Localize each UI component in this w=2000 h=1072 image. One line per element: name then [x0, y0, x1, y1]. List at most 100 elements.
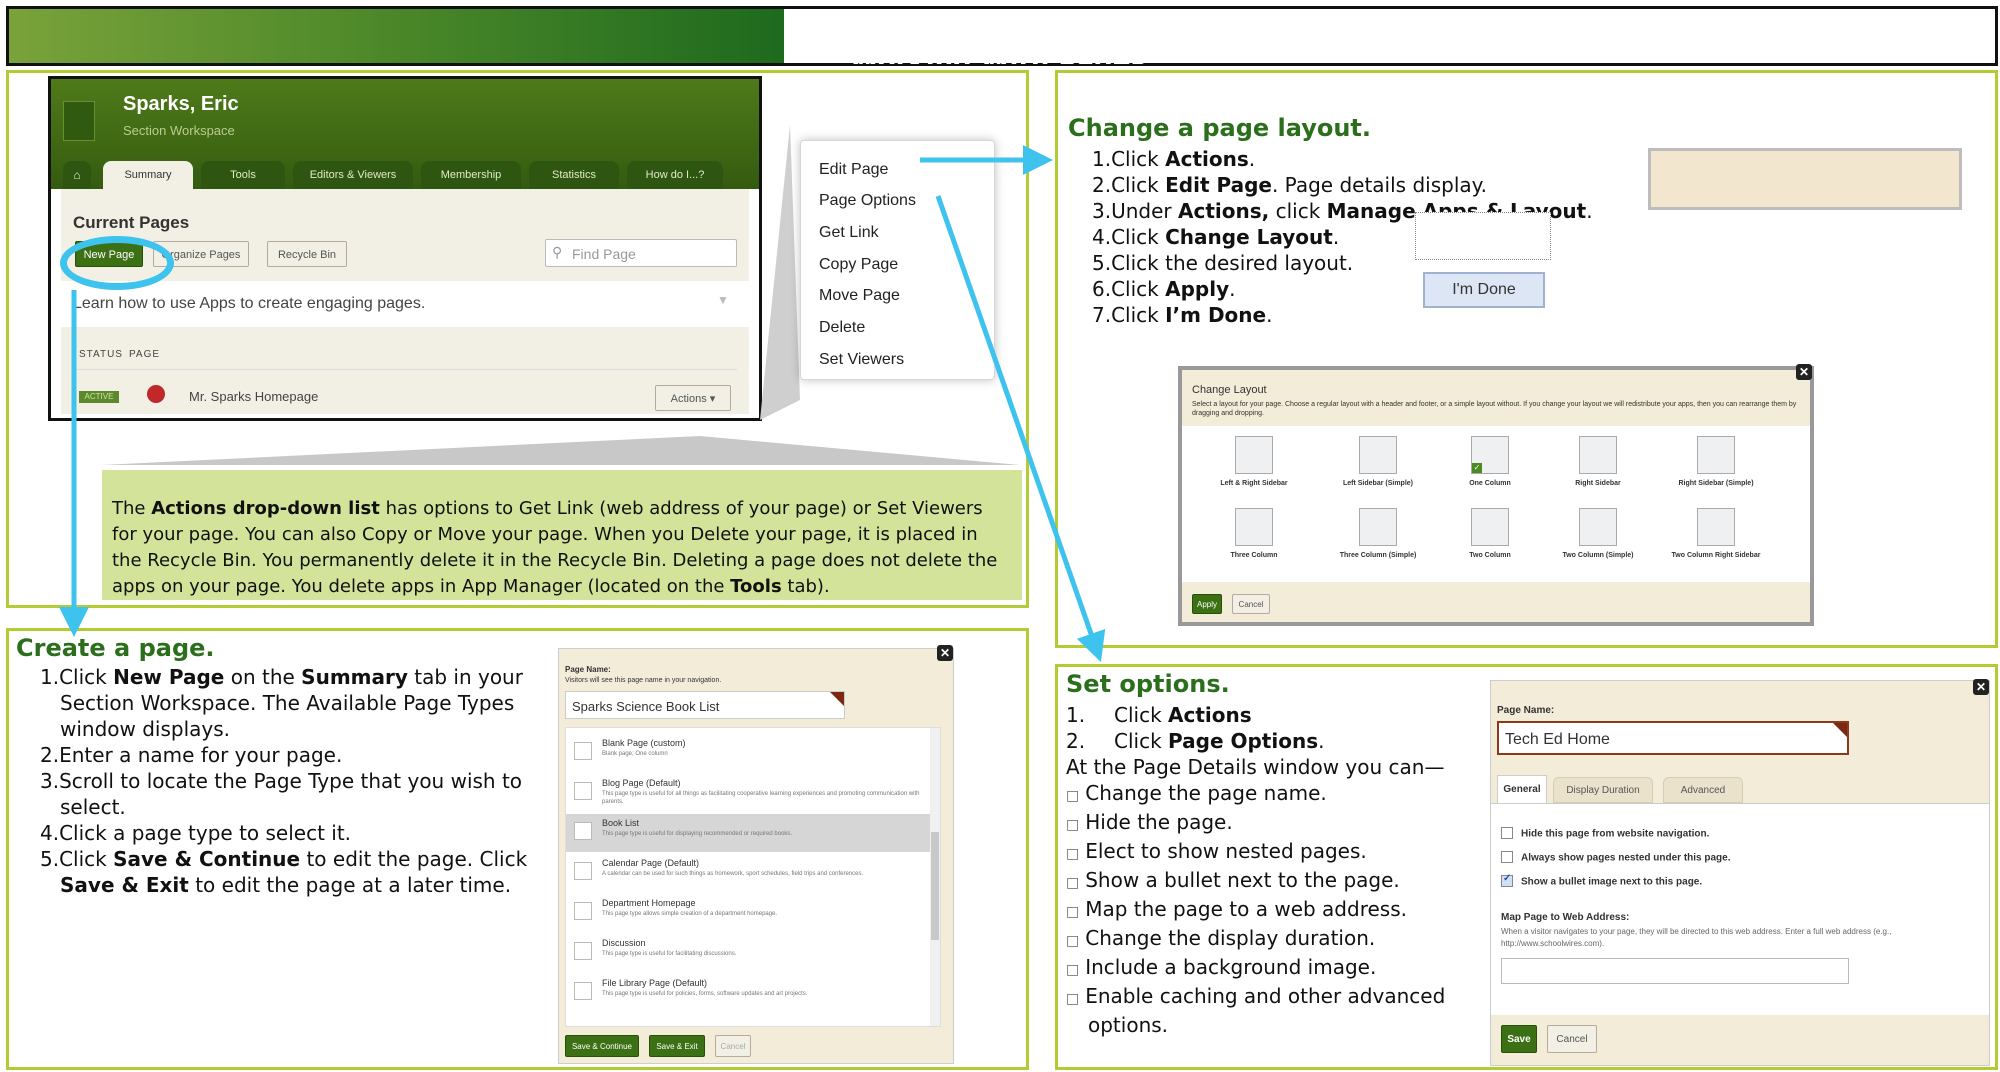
page-type-desc: This page type is useful for facilitatin…	[602, 951, 737, 957]
bullet-text: Enable caching and other advanced option…	[1085, 984, 1446, 1037]
page-type-item[interactable]: Blank Page (custom) Blank page; One colum…	[566, 734, 932, 772]
layout-thumbnail-icon	[1471, 508, 1509, 546]
layout-label: Three Column (Simple)	[1339, 552, 1417, 559]
layout-label: Left Sidebar (Simple)	[1342, 480, 1413, 487]
layout-thumbnail-icon	[1235, 508, 1273, 546]
page-type-item[interactable]: Book List This page type is useful for di…	[566, 814, 932, 852]
menu-edit-page[interactable]: Edit Page	[819, 161, 888, 179]
menu-set-viewers[interactable]: Set Viewers	[819, 351, 904, 369]
page-type-desc: This page type allows simple creation of…	[602, 911, 778, 917]
hide-nav-checkbox[interactable]: Hide this page from website navigation.	[1501, 827, 1709, 840]
page-type-icon	[574, 982, 592, 1000]
page-type-icon	[574, 782, 592, 800]
bullet-box-icon: □	[1066, 962, 1080, 978]
layout-option[interactable]: Two Column (Simple)	[1538, 508, 1658, 559]
details-cancel-button[interactable]: Cancel	[1547, 1025, 1597, 1053]
tab-advanced[interactable]: Advanced	[1663, 777, 1743, 803]
menu-copy-page[interactable]: Copy Page	[819, 256, 898, 274]
bullet-text: Elect to show nested pages.	[1085, 839, 1367, 863]
change-layout-desc: Select a layout for your page. Choose a …	[1192, 401, 1797, 417]
layout-option[interactable]: Two Column	[1430, 508, 1550, 559]
page-type-icon	[574, 942, 592, 960]
page-type-name: Department Homepage	[602, 898, 696, 908]
layout-option[interactable]: Right Sidebar	[1538, 436, 1658, 487]
page-name-input[interactable]: Sparks Science Book List	[565, 691, 845, 719]
layout-option[interactable]: Three Column (Simple)	[1318, 508, 1438, 559]
create-step-1: 1.Click New Page on the Summary tab in y…	[40, 665, 523, 741]
check-label-bullet: Show a bullet image next to this page.	[1521, 876, 1703, 888]
layout-label: Right Sidebar (Simple)	[1678, 480, 1754, 487]
bullet-box-icon: □	[1066, 817, 1080, 833]
layout-step-2: 2.Click Edit Page. Page details display.	[1092, 173, 1487, 197]
scrollbar[interactable]	[930, 728, 940, 1026]
checked-checkbox-icon: ✓	[1501, 873, 1513, 887]
layout-option[interactable]: Left Sidebar (Simple)	[1318, 436, 1438, 487]
save-exit-button[interactable]: Save & Exit	[649, 1035, 705, 1057]
map-label: Map Page to Web Address:	[1501, 912, 1630, 923]
details-name-value: Tech Ed Home	[1505, 731, 1610, 748]
options-bullet: □ Hide the page.	[1066, 809, 1486, 838]
layout-thumbnail-icon	[1579, 508, 1617, 546]
layout-option[interactable]: Three Column	[1194, 508, 1314, 559]
bullet-image-checkbox[interactable]: ✓ Show a bullet image next to this page.	[1501, 873, 1703, 888]
page-type-item[interactable]: Blog Page (Default) This page type is use…	[566, 774, 932, 812]
bullet-box-icon: □	[1066, 904, 1080, 920]
page-type-item[interactable]: Department Homepage This page type allows…	[566, 894, 932, 932]
layout-option[interactable]: Right Sidebar (Simple)	[1656, 436, 1776, 487]
close-icon[interactable]: ✕	[1973, 679, 1989, 695]
page-type-item[interactable]: Calendar Page (Default) A calendar can be…	[566, 854, 932, 892]
close-icon[interactable]: ✕	[1796, 364, 1812, 380]
bullet-box-icon: □	[1066, 846, 1080, 862]
page-type-desc: A calendar can be used for such things a…	[602, 871, 864, 877]
layout-placeholder	[1415, 212, 1551, 260]
tan-placeholder	[1648, 148, 1962, 210]
layout-option[interactable]: ✓ One Column	[1430, 436, 1550, 487]
menu-delete[interactable]: Delete	[819, 319, 865, 337]
layout-thumbnail-icon	[1359, 508, 1397, 546]
close-icon[interactable]: ✕	[937, 645, 953, 661]
selected-check-icon: ✓	[1472, 463, 1482, 473]
set-options-text: 1. Click Actions 2. Click Page Options. At…	[1066, 702, 1486, 1038]
field-corner-icon	[830, 692, 844, 706]
layout-option[interactable]: Left & Right Sidebar	[1194, 436, 1314, 487]
desc-text-3: tab).	[781, 576, 830, 597]
map-desc: When a visitor navigates to your page, t…	[1501, 927, 1892, 948]
details-save-button[interactable]: Save	[1501, 1025, 1537, 1053]
page-type-list[interactable]: Blank Page (custom) Blank page; One colum…	[565, 727, 941, 1027]
details-name-label: Page Name:	[1497, 705, 1555, 716]
create-step-3: 3.Scroll to locate the Page Type that yo…	[40, 769, 523, 819]
save-continue-button[interactable]: Save & Continue	[565, 1035, 639, 1057]
dialog-header: Change Layout Select a layout for your p…	[1182, 370, 1810, 426]
apply-button[interactable]: Apply	[1192, 594, 1222, 614]
create-step-2: 2.Enter a name for your page.	[40, 743, 343, 767]
menu-page-options[interactable]: Page Options	[819, 192, 916, 210]
options-bullet: □ Change the page name.	[1066, 780, 1486, 809]
general-tab-panel: Hide this page from website navigation. …	[1491, 803, 1989, 1015]
scrollbar-thumb[interactable]	[931, 832, 939, 940]
layout-label: Left & Right Sidebar	[1220, 480, 1288, 487]
layout-label: Two Column	[1469, 552, 1511, 559]
web-address-input[interactable]	[1501, 958, 1849, 984]
page-type-desc: This page type is useful for displaying …	[602, 831, 793, 837]
page-type-name: Discussion	[602, 938, 646, 948]
change-layout-heading: Change a page layout.	[1068, 114, 1372, 142]
menu-get-link[interactable]: Get Link	[819, 224, 879, 242]
layout-cancel-button[interactable]: Cancel	[1232, 594, 1270, 614]
page-type-item[interactable]: File Library Page (Default) This page typ…	[566, 974, 932, 1012]
page-type-icon	[574, 902, 592, 920]
im-done-button[interactable]: I'm Done	[1423, 272, 1545, 308]
desc-callout	[102, 436, 1020, 465]
layout-thumbnail-icon: ✓	[1471, 436, 1509, 474]
nested-pages-checkbox[interactable]: Always show pages nested under this page…	[1501, 851, 1731, 864]
bullet-box-icon: □	[1066, 875, 1080, 891]
page-type-item[interactable]: Discussion This page type is useful for f…	[566, 934, 932, 972]
options-bullet: □ Enable caching and other advanced optio…	[1066, 983, 1486, 1038]
tab-display-duration[interactable]: Display Duration	[1553, 777, 1653, 803]
menu-move-page[interactable]: Move Page	[819, 287, 900, 305]
layout-option[interactable]: Two Column Right Sidebar	[1656, 508, 1776, 559]
tab-general[interactable]: General	[1497, 775, 1547, 803]
details-name-input[interactable]: Tech Ed Home	[1497, 721, 1849, 755]
field-corner-icon	[1833, 723, 1847, 737]
bullet-text: Hide the page.	[1085, 810, 1233, 834]
create-cancel-button[interactable]: Cancel	[715, 1035, 751, 1057]
